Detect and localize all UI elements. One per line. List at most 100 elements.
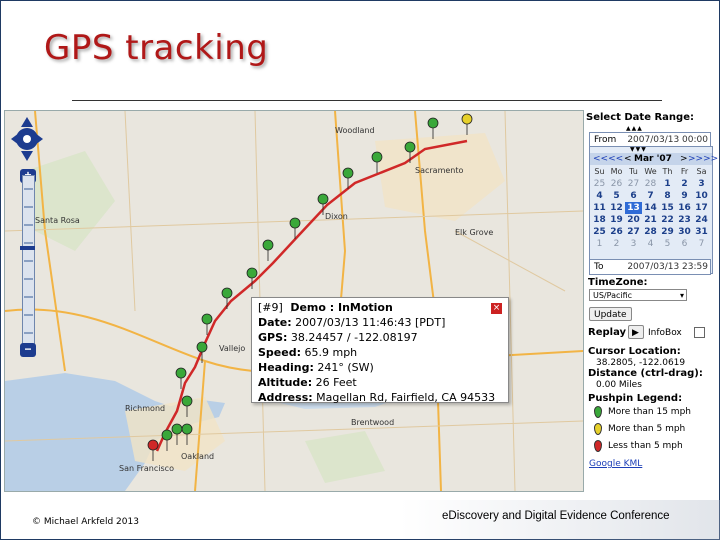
date-range-title: Select Date Range: [586,112,694,123]
calendar-day[interactable]: 3 [693,178,710,190]
next-month-button[interactable]: > [680,153,688,165]
from-decrement-icon[interactable]: ▼▼▼ [630,146,647,153]
infobox-checkbox[interactable] [694,327,705,338]
popup-speed-value: 65.9 mph [304,346,358,359]
next-year-button[interactable]: >>>> [688,153,718,165]
calendar-day[interactable]: 26 [608,226,625,238]
calendar-day[interactable]: 20 [625,214,642,226]
calendar-day[interactable]: 19 [608,214,625,226]
to-date-value: 2007/03/13 23:59 [627,262,708,272]
prev-month-button[interactable]: < [624,153,632,165]
popup-date-value: 2007/03/13 11:46:43 [PDT] [295,316,446,329]
pushpin-fast [221,287,233,309]
calendar-day[interactable]: 23 [676,214,693,226]
calendar-day[interactable]: 21 [642,214,659,226]
from-label: From [594,135,617,145]
timezone-label: TimeZone: [588,277,648,288]
pushpin-medium [461,113,473,135]
legend-pin-fast-icon [594,406,602,418]
gps-tracking-app: Woodland Sacramento Elk Grove Santa Rosa… [4,110,718,492]
calendar-day[interactable]: 6 [676,238,693,250]
calendar-day[interactable]: 10 [693,190,710,202]
zoom-out-button[interactable]: − [20,343,36,357]
calendar-day[interactable]: 3 [625,238,642,250]
calendar-day-selected[interactable]: 13 [625,202,642,214]
calendar-day[interactable]: 6 [625,190,642,202]
calendar-day[interactable]: 27 [625,226,642,238]
calendar-day[interactable]: 4 [642,238,659,250]
popup-title: Demo : InMotion [290,301,393,314]
calendar-day[interactable]: 31 [693,226,710,238]
calendar-day[interactable]: 26 [608,178,625,190]
calendar-day[interactable]: 2 [676,178,693,190]
calendar-day[interactable]: 1 [591,238,608,250]
calendar-week-row: 25 26 27 28 1 2 3 [591,178,710,190]
calendar-grid: Su Mo Tu We Th Fr Sa 25 26 27 28 1 2 3 4 5 6 7 8 9 10… [591,166,710,250]
calendar-day[interactable]: 14 [642,202,659,214]
from-date-value: 2007/03/13 00:00 [627,135,708,145]
calendar-day[interactable]: 5 [659,238,676,250]
to-label: To [594,262,604,272]
calendar-day[interactable]: 27 [625,178,642,190]
park-area [305,431,385,483]
calendar-nav: <<<< < Mar '07 > >>>> [590,153,718,165]
to-date-field[interactable]: To 2007/03/13 23:59 [589,259,711,275]
prev-year-button[interactable]: <<<< [593,153,623,165]
popup-date-key: Date: [258,316,292,329]
legend-label-medium: More than 5 mph [608,424,686,434]
pan-control-icon[interactable] [11,117,43,167]
calendar-day[interactable]: 25 [591,178,608,190]
distance-label: Distance (ctrl-drag): [588,368,703,379]
calendar-day[interactable]: 16 [676,202,693,214]
popup-heading-key: Heading: [258,361,314,374]
calendar-day[interactable]: 17 [693,202,710,214]
calendar-day[interactable]: 30 [676,226,693,238]
calendar-day[interactable]: 5 [608,190,625,202]
zoom-slider-handle[interactable] [20,246,35,250]
calendar-day[interactable]: 24 [693,214,710,226]
calendar-day[interactable]: 1 [659,178,676,190]
calendar-day[interactable]: 9 [676,190,693,202]
control-panel: Select Date Range: ▲▲▲ From 2007/03/13 0… [586,110,718,492]
replay-play-button[interactable]: ▶ [628,325,644,339]
footer-conference: eDiscovery and Digital Evidence Conferen… [442,510,670,522]
from-increment-icon[interactable]: ▲▲▲ [626,125,643,132]
place-label: Richmond [125,404,165,413]
map-view[interactable]: Woodland Sacramento Elk Grove Santa Rosa… [4,110,584,492]
calendar-day[interactable]: 7 [693,238,710,250]
calendar-day[interactable]: 22 [659,214,676,226]
calendar-day[interactable]: 2 [608,238,625,250]
calendar-day[interactable]: 29 [659,226,676,238]
cursor-location-label: Cursor Location: [588,346,681,357]
popup-close-icon[interactable]: × [491,303,502,314]
timezone-select[interactable]: US/Pacific ▾ [589,289,687,301]
calendar-day[interactable]: 15 [659,202,676,214]
calendar-day[interactable]: 28 [642,178,659,190]
zoom-slider[interactable] [20,175,35,355]
place-label: Santa Rosa [35,216,80,225]
calendar-day[interactable]: 25 [591,226,608,238]
weekday-label: Th [662,167,673,176]
weekday-label: We [644,167,657,176]
cursor-location-value: 38.2805, -122.0619 [596,358,686,368]
calendar-week-row: 25 26 27 28 29 30 31 [591,226,710,238]
calendar-day[interactable]: 28 [642,226,659,238]
calendar-day[interactable]: 12 [608,202,625,214]
google-kml-link[interactable]: Google KML [589,459,642,469]
legend-pin-medium-icon [594,423,602,435]
place-label: Brentwood [351,418,394,427]
calendar-day[interactable]: 8 [659,190,676,202]
calendar-day[interactable]: 4 [591,190,608,202]
weekday-label: Sa [696,167,707,176]
update-button[interactable]: Update [589,307,632,321]
replay-label: Replay [588,327,627,338]
popup-point-number: [#9] [258,301,283,314]
popup-gps-key: GPS: [258,331,288,344]
infobox-label: InfoBox [648,328,682,338]
calendar-day[interactable]: 11 [591,202,608,214]
calendar-day[interactable]: 18 [591,214,608,226]
popup-altitude-value: 26 Feet [315,376,357,389]
calendar-day[interactable]: 7 [642,190,659,202]
popup-address-value: Magellan Rd, Fairfield, CA 94533 [316,391,496,404]
calendar: ▼▼▼ <<<< < Mar '07 > >>>> Su Mo Tu We Th… [589,146,718,274]
